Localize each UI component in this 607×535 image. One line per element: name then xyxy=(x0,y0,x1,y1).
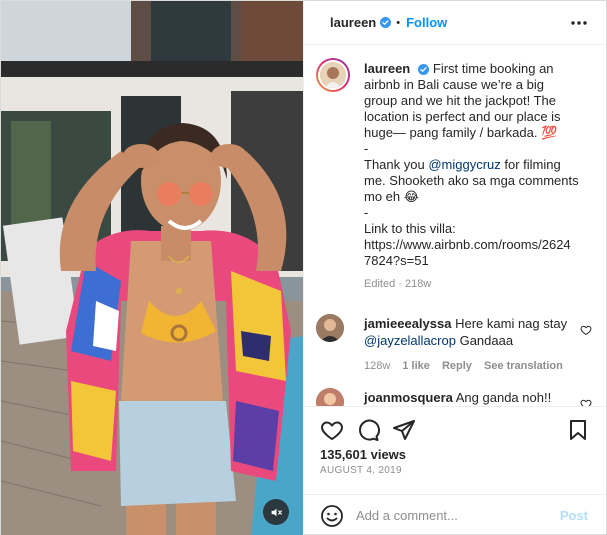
caption-line: huge— pang family / barkada. 💯 xyxy=(364,125,558,140)
heart-icon[interactable] xyxy=(320,418,344,442)
speaker-muted-icon xyxy=(271,508,282,516)
post-date[interactable]: August 4, 2019 xyxy=(320,465,402,476)
caption-line: airbnb in Bali cause we’re a big xyxy=(364,77,544,92)
comment-username[interactable]: jamieeealyssa xyxy=(364,316,451,331)
emoji-icon[interactable] xyxy=(320,504,344,528)
comment-text: Gandaaa xyxy=(459,333,514,348)
post-video[interactable] xyxy=(1,1,303,535)
caption-link-line: 7824?s=51 xyxy=(364,253,429,268)
more-options-button[interactable] xyxy=(570,14,588,32)
comment-body: joanmosquera Ang ganda noh!! xyxy=(364,389,579,406)
caption-username[interactable]: laureen xyxy=(364,61,410,76)
caption-line: - xyxy=(364,141,369,156)
comments-section[interactable]: laureen First time booking an airbnb in … xyxy=(304,46,606,406)
comment-like-heart-icon[interactable] xyxy=(580,324,592,336)
post-side-panel: laureen • Follow laureen First time book… xyxy=(303,1,606,535)
comment-text: Here kami nag stay xyxy=(455,316,568,331)
commenter-avatar[interactable] xyxy=(316,314,344,342)
commenter-avatar-image xyxy=(316,314,344,342)
caption-line: Link to this villa: xyxy=(364,221,456,236)
post-actions: 135,601 views August 4, 2019 xyxy=(304,406,606,494)
bookmark-icon[interactable] xyxy=(566,418,590,442)
caption-line: mo eh 😂 xyxy=(364,189,419,204)
post-dialog: laureen • Follow laureen First time book… xyxy=(0,0,607,535)
follow-button[interactable]: Follow xyxy=(406,15,447,30)
caption-link-line: https://www.airbnb.com/rooms/2624 xyxy=(364,237,571,252)
header-separator: • xyxy=(396,16,401,29)
verified-badge-icon xyxy=(417,64,429,76)
video-frame-image xyxy=(1,1,303,535)
caption-line: - xyxy=(364,205,369,220)
caption-line: group and we hit the jackpot! The xyxy=(364,93,556,108)
caption-text-segment: Thank you xyxy=(364,157,425,172)
caption-line: location is perfect and our place is xyxy=(364,109,561,124)
comment-icon[interactable] xyxy=(356,418,380,442)
comment-likes-count[interactable]: 1 like xyxy=(402,360,430,372)
caption-line: me. Shooketh ako sa mga comments xyxy=(364,173,579,188)
commenter-avatar[interactable] xyxy=(316,388,344,406)
comment-reply-button[interactable]: Reply xyxy=(442,360,472,372)
caption-timestamp: Edited · 218w xyxy=(364,278,432,290)
caption-mention-link[interactable]: @miggycruz xyxy=(428,157,500,172)
share-icon[interactable] xyxy=(392,418,416,442)
comment-body: jamieeealyssa Here kami nag stay @jayzel… xyxy=(364,315,579,375)
comment-username[interactable]: joanmosquera xyxy=(364,390,453,405)
caption-line: First time booking an xyxy=(432,61,554,76)
comment-like-heart-icon[interactable] xyxy=(580,398,592,406)
view-count[interactable]: 135,601 views xyxy=(320,447,406,462)
post-header: laureen • Follow xyxy=(304,1,606,45)
comment-meta: 128w 1 like Reply See translation xyxy=(364,358,579,375)
header-username[interactable]: laureen xyxy=(330,15,376,30)
comment-text: Ang ganda noh!! xyxy=(455,390,552,405)
caption-text: laureen First time booking an airbnb in … xyxy=(364,61,594,292)
commenter-avatar-image xyxy=(316,388,344,406)
comment-input[interactable] xyxy=(356,508,556,523)
caption-text-segment: for filming xyxy=(504,157,561,172)
comment-composer: Post xyxy=(304,494,606,535)
verified-badge-icon xyxy=(380,17,392,28)
author-avatar-image xyxy=(320,62,346,88)
author-avatar[interactable] xyxy=(316,58,350,92)
post-comment-button[interactable]: Post xyxy=(560,508,588,523)
mute-toggle-button[interactable] xyxy=(263,499,289,525)
comment-time: 128w xyxy=(364,360,391,372)
comment-translate-button[interactable]: See translation xyxy=(484,360,563,372)
comment-mention-link[interactable]: @jayzelallacrop xyxy=(364,333,456,348)
more-options-icon xyxy=(571,21,587,25)
